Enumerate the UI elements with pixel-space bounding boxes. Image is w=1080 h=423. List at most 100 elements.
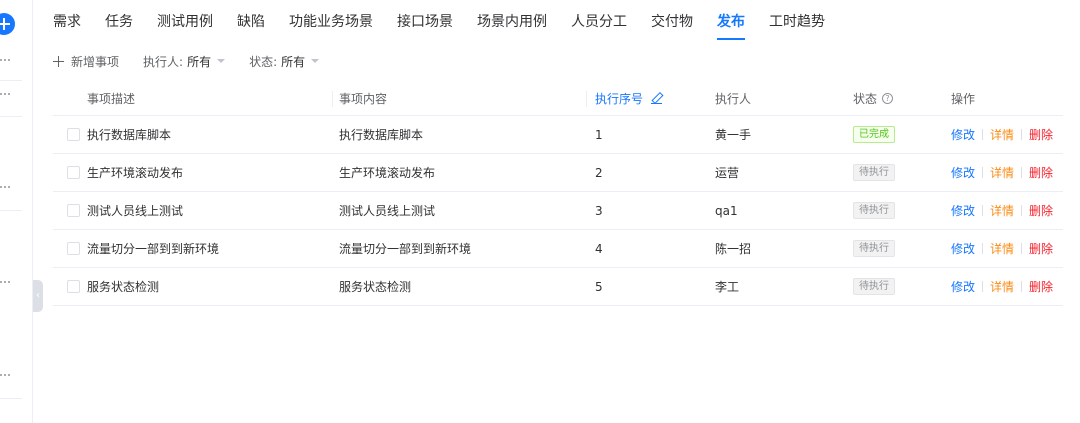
- header-status: 状态 ?: [853, 82, 894, 115]
- status-badge: 待执行: [853, 164, 895, 181]
- divider: [982, 281, 984, 292]
- ellipsis-icon[interactable]: [0, 281, 14, 285]
- tab-test-cases[interactable]: 测试用例: [157, 0, 213, 44]
- detail-button[interactable]: 详情: [990, 126, 1014, 143]
- row-status: 待执行: [853, 154, 895, 191]
- toolbar: 新增事项 执行人: 所有 状态: 所有: [53, 50, 343, 72]
- edit-button[interactable]: 修改: [951, 164, 975, 181]
- row-content: 生产环境滚动发布: [339, 166, 436, 180]
- divider: [1021, 167, 1023, 178]
- table-row: 流量切分一部到到新环境 流量切分一部到到新环境 4 陈一招 待执行 修改 详情 …: [53, 230, 1063, 268]
- row-desc: 执行数据库脚本: [87, 128, 172, 142]
- row-status: 待执行: [853, 192, 895, 229]
- release-items-table: 事项描述 事项内容 执行序号 执行人 状态 ? 操作 执行数据库脚本 执行数据库…: [53, 82, 1063, 306]
- tab-deliverables[interactable]: 交付物: [651, 0, 693, 44]
- detail-button[interactable]: 详情: [990, 240, 1014, 257]
- status-filter[interactable]: 状态: 所有: [249, 53, 320, 70]
- tab-release[interactable]: 发布: [717, 0, 745, 44]
- divider: [1021, 281, 1023, 292]
- question-circle-icon[interactable]: ?: [882, 93, 894, 104]
- row-desc: 测试人员线上测试: [87, 204, 184, 218]
- row-checkbox[interactable]: [67, 128, 80, 141]
- header-desc: 事项描述: [87, 92, 136, 106]
- divider: [982, 167, 984, 178]
- tab-scenario-cases[interactable]: 场景内用例: [477, 0, 547, 44]
- edit-button[interactable]: 修改: [951, 126, 975, 143]
- table-row: 执行数据库脚本 执行数据库脚本 1 黄一手 已完成 修改 详情 删除: [53, 116, 1063, 154]
- row-status: 已完成: [853, 116, 895, 153]
- executor-filter-value: 所有: [187, 54, 212, 69]
- row-actions: 修改 详情 删除: [951, 192, 1053, 229]
- row-status: 待执行: [853, 268, 895, 305]
- header-seq[interactable]: 执行序号: [595, 82, 663, 115]
- divider: [1021, 243, 1023, 254]
- divider: [1021, 205, 1023, 216]
- row-content: 流量切分一部到到新环境: [339, 242, 472, 256]
- row-status: 待执行: [853, 230, 895, 267]
- row-desc: 流量切分一部到到新环境: [87, 242, 220, 256]
- tab-business-scenarios[interactable]: 功能业务场景: [289, 0, 373, 44]
- tab-tasks[interactable]: 任务: [105, 0, 133, 44]
- column-divider: [586, 91, 587, 107]
- divider: [982, 129, 984, 140]
- delete-button[interactable]: 删除: [1029, 240, 1053, 257]
- row-content: 测试人员线上测试: [339, 204, 436, 218]
- row-executor: qa1: [715, 203, 738, 218]
- header-status-label: 状态: [853, 92, 878, 106]
- row-checkbox[interactable]: [67, 280, 80, 293]
- tab-staffing[interactable]: 人员分工: [571, 0, 627, 44]
- row-desc: 生产环境滚动发布: [87, 166, 184, 180]
- status-filter-label: 状态:: [249, 54, 278, 69]
- edit-button[interactable]: 修改: [951, 240, 975, 257]
- ellipsis-icon[interactable]: [0, 374, 14, 378]
- header-executor: 执行人: [715, 92, 752, 106]
- row-seq: 3: [595, 203, 603, 218]
- table-header: 事项描述 事项内容 执行序号 执行人 状态 ? 操作: [53, 82, 1063, 116]
- row-checkbox[interactable]: [67, 166, 80, 179]
- edit-button[interactable]: 修改: [951, 278, 975, 295]
- tab-api-scenarios[interactable]: 接口场景: [397, 0, 453, 44]
- plus-icon: [53, 55, 64, 67]
- row-actions: 修改 详情 删除: [951, 230, 1053, 267]
- edit-button[interactable]: 修改: [951, 202, 975, 219]
- row-seq: 5: [595, 279, 603, 294]
- divider: [982, 205, 984, 216]
- divider: [0, 398, 22, 399]
- divider: [982, 243, 984, 254]
- executor-filter-label: 执行人:: [143, 54, 184, 69]
- executor-filter[interactable]: 执行人: 所有: [143, 53, 226, 70]
- table-row: 服务状态检测 服务状态检测 5 李工 待执行 修改 详情 删除: [53, 268, 1063, 306]
- tab-bar: 需求 任务 测试用例 缺陷 功能业务场景 接口场景 场景内用例 人员分工 交付物…: [53, 0, 849, 44]
- delete-button[interactable]: 删除: [1029, 278, 1053, 295]
- delete-button[interactable]: 删除: [1029, 164, 1053, 181]
- table-row: 生产环境滚动发布 生产环境滚动发布 2 运营 待执行 修改 详情 删除: [53, 154, 1063, 192]
- tab-requirements[interactable]: 需求: [53, 0, 81, 44]
- divider: [0, 210, 22, 211]
- tab-defects[interactable]: 缺陷: [237, 0, 265, 44]
- delete-button[interactable]: 删除: [1029, 126, 1053, 143]
- status-badge: 已完成: [853, 126, 895, 143]
- chevron-left-icon[interactable]: ‹: [33, 280, 43, 312]
- tab-workhour-trend[interactable]: 工时趋势: [769, 0, 825, 44]
- row-checkbox[interactable]: [67, 242, 80, 255]
- row-actions: 修改 详情 删除: [951, 268, 1053, 305]
- column-divider: [332, 91, 333, 107]
- pencil-icon[interactable]: [651, 93, 663, 104]
- row-executor: 黄一手: [715, 128, 752, 142]
- status-badge: 待执行: [853, 240, 895, 257]
- detail-button[interactable]: 详情: [990, 202, 1014, 219]
- delete-button[interactable]: 删除: [1029, 202, 1053, 219]
- ellipsis-icon[interactable]: [0, 186, 14, 190]
- plus-circle-icon[interactable]: [0, 13, 15, 35]
- row-seq: 1: [595, 127, 603, 142]
- ellipsis-icon[interactable]: [0, 93, 14, 97]
- detail-button[interactable]: 详情: [990, 164, 1014, 181]
- add-item-button[interactable]: 新增事项: [53, 53, 119, 70]
- row-checkbox[interactable]: [67, 204, 80, 217]
- ellipsis-icon[interactable]: [0, 59, 14, 63]
- row-content: 服务状态检测: [339, 280, 412, 294]
- left-rail: [0, 0, 33, 423]
- detail-button[interactable]: 详情: [990, 278, 1014, 295]
- row-executor: 运营: [715, 166, 740, 180]
- caret-down-icon: [217, 59, 226, 63]
